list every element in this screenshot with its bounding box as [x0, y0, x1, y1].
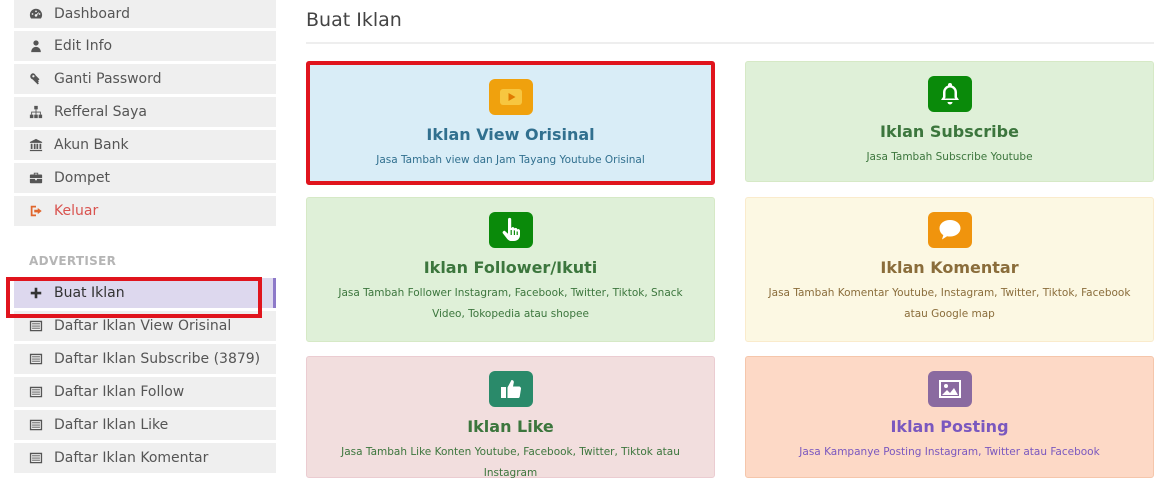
- sidebar-item-label: Dashboard: [54, 6, 130, 22]
- sidebar-item-ganti-password[interactable]: Ganti Password: [14, 64, 276, 94]
- sidebar-item-daftar-komentar[interactable]: Daftar Iklan Komentar: [14, 443, 276, 473]
- card-title: Iklan Subscribe: [880, 122, 1019, 141]
- sidebar-item-label: Daftar Iklan Subscribe (3879): [54, 351, 261, 367]
- card-iklan-komentar[interactable]: Iklan Komentar Jasa Tambah Komentar Yout…: [745, 197, 1154, 342]
- image-icon: [927, 371, 972, 407]
- sidebar-item-label: Buat Iklan: [54, 285, 125, 301]
- card-title: Iklan Komentar: [880, 258, 1019, 277]
- list-icon: [28, 351, 44, 367]
- card-iklan-like[interactable]: Iklan Like Jasa Tambah Like Konten Youtu…: [306, 356, 715, 479]
- sidebar-item-akun-bank[interactable]: Akun Bank: [14, 130, 276, 160]
- sidebar-item-edit-info[interactable]: Edit Info: [14, 31, 276, 61]
- card-desc: Jasa Tambah Like Konten Youtube, Faceboo…: [341, 446, 680, 479]
- card-desc: Jasa Kampanye Posting Instagram, Twitter…: [799, 446, 1100, 458]
- plus-icon: [28, 285, 44, 301]
- card-desc: Jasa Tambah Komentar Youtube, Instagram,…: [768, 287, 1131, 320]
- bell-icon: [927, 76, 972, 112]
- dashboard-icon: [28, 6, 44, 22]
- sidebar-item-label: Daftar Iklan View Orisinal: [54, 318, 232, 334]
- sidebar-item-label: Ganti Password: [54, 71, 162, 87]
- sidebar-item-label: Keluar: [54, 203, 99, 219]
- card-desc: Jasa Tambah view dan Jam Tayang Youtube …: [376, 154, 645, 166]
- card-iklan-follower[interactable]: Iklan Follower/Ikuti Jasa Tambah Followe…: [306, 197, 715, 342]
- main-content: Buat Iklan Iklan View Orisinal Jasa Tamb…: [306, 0, 1154, 479]
- card-title: Iklan Posting: [890, 417, 1009, 436]
- card-title: Iklan View Orisinal: [426, 125, 595, 144]
- sidebar-item-label: Daftar Iklan Follow: [54, 384, 185, 400]
- sidebar-item-buat-iklan[interactable]: Buat Iklan: [14, 278, 276, 308]
- list-icon: [28, 450, 44, 466]
- youtube-play-icon: [488, 79, 533, 115]
- sidebar-item-daftar-follow[interactable]: Daftar Iklan Follow: [14, 377, 276, 407]
- pointer-hand-icon: [488, 212, 533, 248]
- page-title: Buat Iklan: [306, 0, 1154, 44]
- sidebar-item-label: Daftar Iklan Komentar: [54, 450, 209, 466]
- user-icon: [28, 38, 44, 54]
- card-iklan-posting[interactable]: Iklan Posting Jasa Kampanye Posting Inst…: [745, 356, 1154, 478]
- briefcase-icon: [28, 170, 44, 186]
- sidebar-item-refferal[interactable]: Refferal Saya: [14, 97, 276, 127]
- card-desc: Jasa Tambah Follower Instagram, Facebook…: [338, 287, 683, 320]
- card-title: Iklan Follower/Ikuti: [423, 258, 598, 277]
- sign-out-icon: [28, 203, 44, 219]
- card-title: Iklan Like: [467, 417, 554, 436]
- list-icon: [28, 318, 44, 334]
- sidebar-item-daftar-view[interactable]: Daftar Iklan View Orisinal: [14, 311, 276, 341]
- card-iklan-view-orisinal[interactable]: Iklan View Orisinal Jasa Tambah view dan…: [306, 61, 715, 185]
- section-title-advertiser: ADVERTISER: [29, 254, 117, 268]
- thumbs-up-icon: [488, 371, 533, 407]
- sitemap-icon: [28, 104, 44, 120]
- sidebar-item-label: Dompet: [54, 170, 110, 186]
- key-icon: [28, 71, 44, 87]
- sidebar-item-label: Edit Info: [54, 38, 113, 54]
- list-icon: [28, 384, 44, 400]
- sidebar-item-label: Akun Bank: [54, 137, 129, 153]
- comment-icon: [927, 212, 972, 248]
- sidebar-item-dompet[interactable]: Dompet: [14, 163, 276, 193]
- sidebar-item-label: Refferal Saya: [54, 104, 147, 120]
- sidebar-item-dashboard[interactable]: Dashboard: [14, 0, 276, 28]
- card-desc: Jasa Tambah Subscribe Youtube: [866, 151, 1033, 163]
- sidebar-item-daftar-like[interactable]: Daftar Iklan Like: [14, 410, 276, 440]
- sidebar-item-label: Daftar Iklan Like: [54, 417, 169, 433]
- sidebar: Dashboard Edit Info Ganti Password Reffe…: [14, 0, 276, 487]
- bank-icon: [28, 137, 44, 153]
- sidebar-item-daftar-subscribe[interactable]: Daftar Iklan Subscribe (3879): [14, 344, 276, 374]
- list-icon: [28, 417, 44, 433]
- sidebar-item-keluar[interactable]: Keluar: [14, 196, 276, 226]
- card-iklan-subscribe[interactable]: Iklan Subscribe Jasa Tambah Subscribe Yo…: [745, 61, 1154, 182]
